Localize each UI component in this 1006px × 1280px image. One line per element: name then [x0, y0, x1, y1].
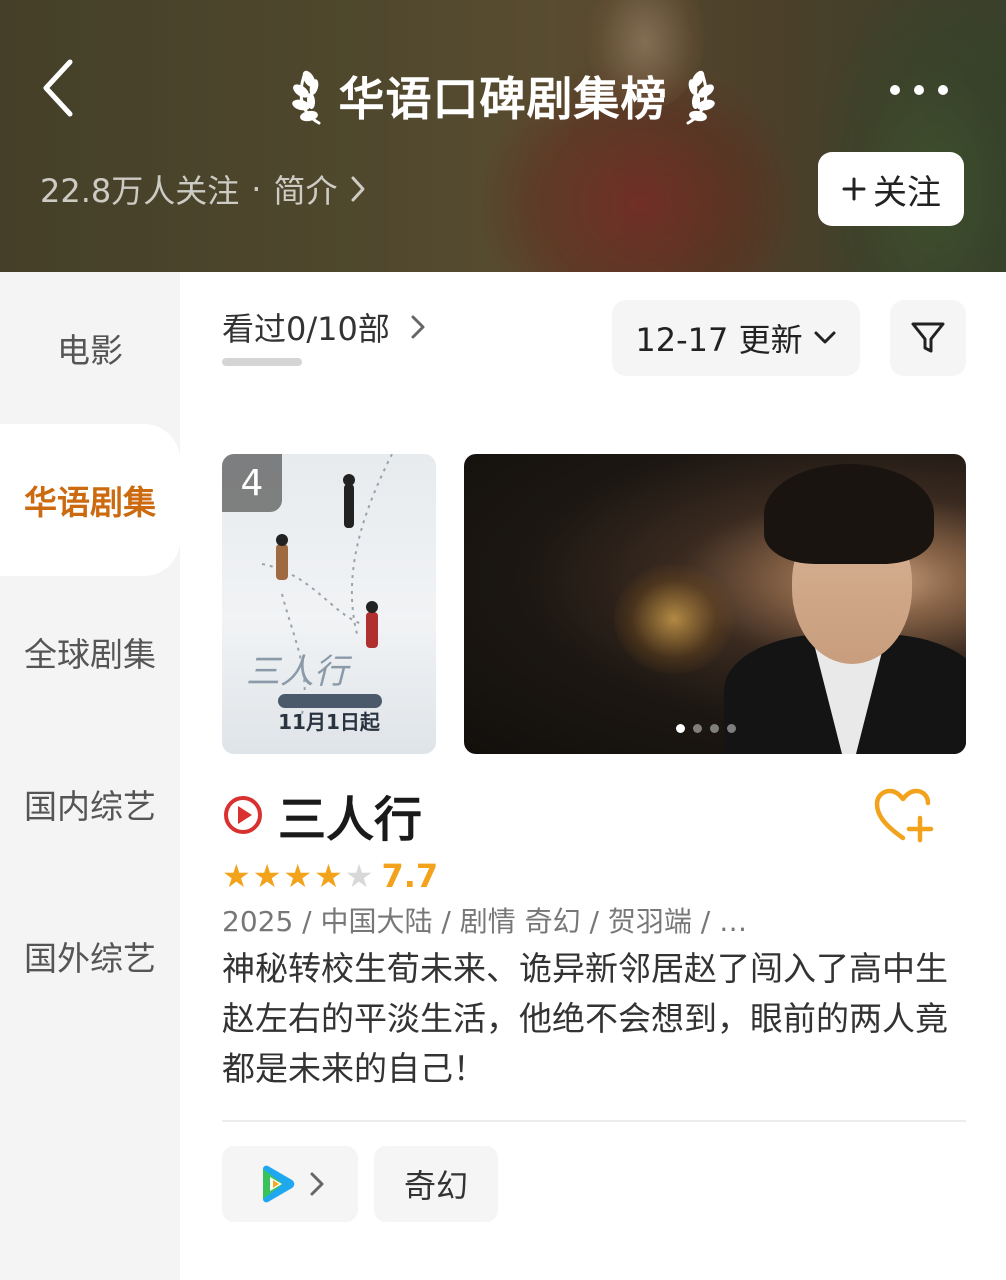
- genre-tag-label: 奇幻: [403, 1167, 468, 1205]
- filter-funnel-icon: [911, 322, 945, 353]
- sidebar-item-global-series[interactable]: 全球剧集: [0, 576, 180, 728]
- genre-tag-button[interactable]: 奇幻: [374, 1146, 498, 1222]
- poster-release-date: 11月1日起: [278, 710, 380, 734]
- more-button[interactable]: [884, 70, 954, 110]
- star-icon: ★: [314, 857, 343, 895]
- chevron-left-icon: [43, 59, 73, 117]
- rating-row: ★ ★ ★ ★ ★ 7.7: [222, 856, 438, 896]
- update-date-dropdown[interactable]: 12-17 更新: [612, 300, 860, 376]
- platform-button[interactable]: [222, 1146, 358, 1222]
- page-title: 华语口碑剧集榜: [338, 72, 668, 126]
- watched-label: 看过0/10部: [222, 310, 390, 348]
- follow-label: 关注: [873, 172, 941, 213]
- main-content: 看过0/10部 12-17 更新 4 三人行 11月1日起 三人行 ★ ★ ★ …: [180, 272, 1006, 1280]
- follow-button[interactable]: 关注: [818, 152, 964, 226]
- follower-count: 22.8万人关注: [40, 172, 240, 210]
- sidebar-item-label: 全球剧集: [24, 635, 156, 674]
- show-poster[interactable]: 4 三人行 11月1日起: [222, 454, 436, 754]
- update-date-label: 12-17 更新: [635, 321, 803, 359]
- tencent-video-icon: [263, 1165, 295, 1203]
- title-group: 华语口碑剧集榜: [266, 60, 740, 132]
- sidebar-item-label: 国外综艺: [24, 939, 156, 978]
- watched-link[interactable]: 看过0/10部: [222, 302, 426, 352]
- laurel-left-icon: [291, 70, 320, 125]
- show-meta: 2025 / 中国大陆 / 剧情 奇幻 / 贺羽端 / …: [222, 905, 748, 938]
- show-description: 神秘转校生荀未来、诡异新邻居赵了闯入了高中生赵左右的平淡生活，他绝不会想到，眼前…: [222, 949, 948, 1088]
- watched-progress-bar: [222, 358, 302, 366]
- show-still-carousel[interactable]: [464, 454, 966, 754]
- chevron-right-icon: [351, 176, 365, 202]
- carousel-dot: [727, 724, 736, 733]
- intro-label: 简介: [273, 172, 338, 210]
- back-button[interactable]: [30, 56, 86, 120]
- rank-badge: 4: [222, 454, 282, 512]
- sidebar-item-domestic-variety[interactable]: 国内综艺: [0, 728, 180, 880]
- chevron-down-icon: [814, 331, 836, 344]
- sidebar-item-chinese-series[interactable]: 华语剧集: [0, 424, 180, 576]
- carousel-indicator: [676, 724, 736, 733]
- divider: [222, 1120, 966, 1122]
- carousel-dot: [710, 724, 719, 733]
- more-dots-icon: [890, 85, 900, 95]
- sidebar-item-label: 华语剧集: [24, 483, 156, 522]
- header-banner: 华语口碑剧集榜 22.8万人关注 · 简介 关注: [0, 0, 1006, 272]
- carousel-dot: [676, 724, 685, 733]
- rating-score: 7.7: [381, 857, 439, 895]
- separator: ·: [251, 170, 262, 208]
- sidebar-item-label: 电影: [57, 331, 123, 370]
- category-sidebar: 电影 华语剧集 全球剧集 国内综艺 国外综艺: [0, 272, 180, 1280]
- sidebar-item-label: 国内综艺: [24, 787, 156, 826]
- poster-title-logo: 三人行: [246, 652, 348, 692]
- play-circle-icon: [224, 796, 262, 834]
- sidebar-item-movies[interactable]: 电影: [0, 272, 180, 424]
- heart-plus-icon: [874, 788, 934, 843]
- carousel-dot: [693, 724, 702, 733]
- intro-link[interactable]: 22.8万人关注 · 简介: [40, 166, 367, 212]
- plus-icon: [842, 177, 866, 201]
- want-to-watch-button[interactable]: [872, 786, 936, 846]
- filter-button[interactable]: [890, 300, 966, 376]
- show-title: 三人行: [278, 792, 423, 848]
- laurel-right-icon: [686, 70, 715, 125]
- show-title-row[interactable]: 三人行: [222, 784, 422, 848]
- star-rating: ★ ★ ★ ★ ★: [222, 860, 373, 892]
- star-icon: ★: [344, 857, 374, 895]
- star-icon: ★: [252, 857, 282, 895]
- chevron-right-icon: [411, 315, 425, 339]
- chevron-right-icon: [310, 1172, 324, 1196]
- star-icon: ★: [283, 857, 313, 895]
- star-icon: ★: [222, 857, 251, 895]
- sidebar-item-foreign-variety[interactable]: 国外综艺: [0, 880, 180, 1032]
